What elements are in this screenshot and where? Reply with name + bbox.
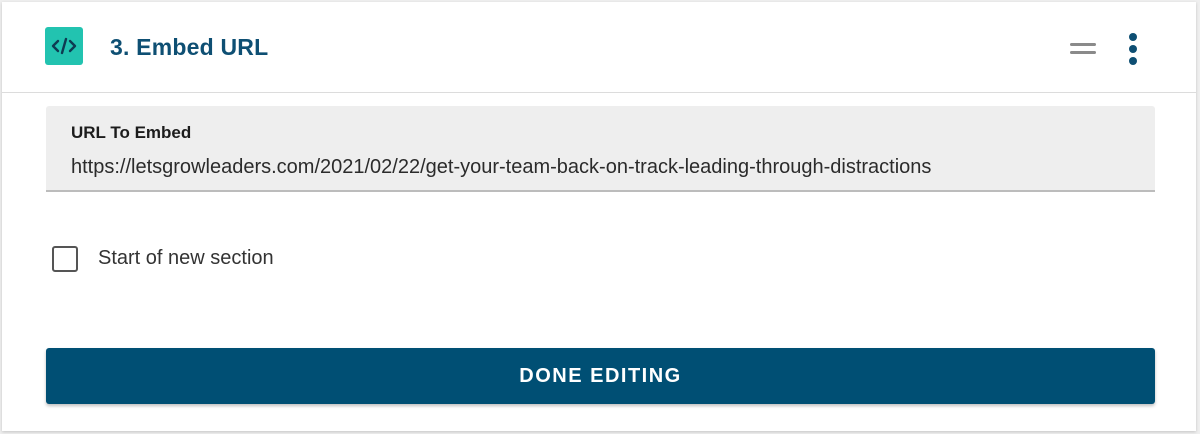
block-title: 3. Embed URL [110,34,269,60]
block-header: 3. Embed URL [2,2,1196,93]
code-icon [45,27,83,65]
url-to-embed-field[interactable]: URL To Embed [46,106,1155,192]
start-section-checkbox[interactable] [52,246,78,272]
start-section-label[interactable]: Start of new section [98,247,274,270]
drag-handle-icon[interactable] [1070,38,1098,60]
done-editing-button[interactable]: DONE EDITING [46,348,1155,404]
embed-url-block-card: 3. Embed URL URL To Embed Start of new s… [2,2,1196,431]
more-vertical-icon[interactable] [1126,32,1140,66]
url-input[interactable] [71,152,1131,182]
url-field-label: URL To Embed [71,123,192,142]
